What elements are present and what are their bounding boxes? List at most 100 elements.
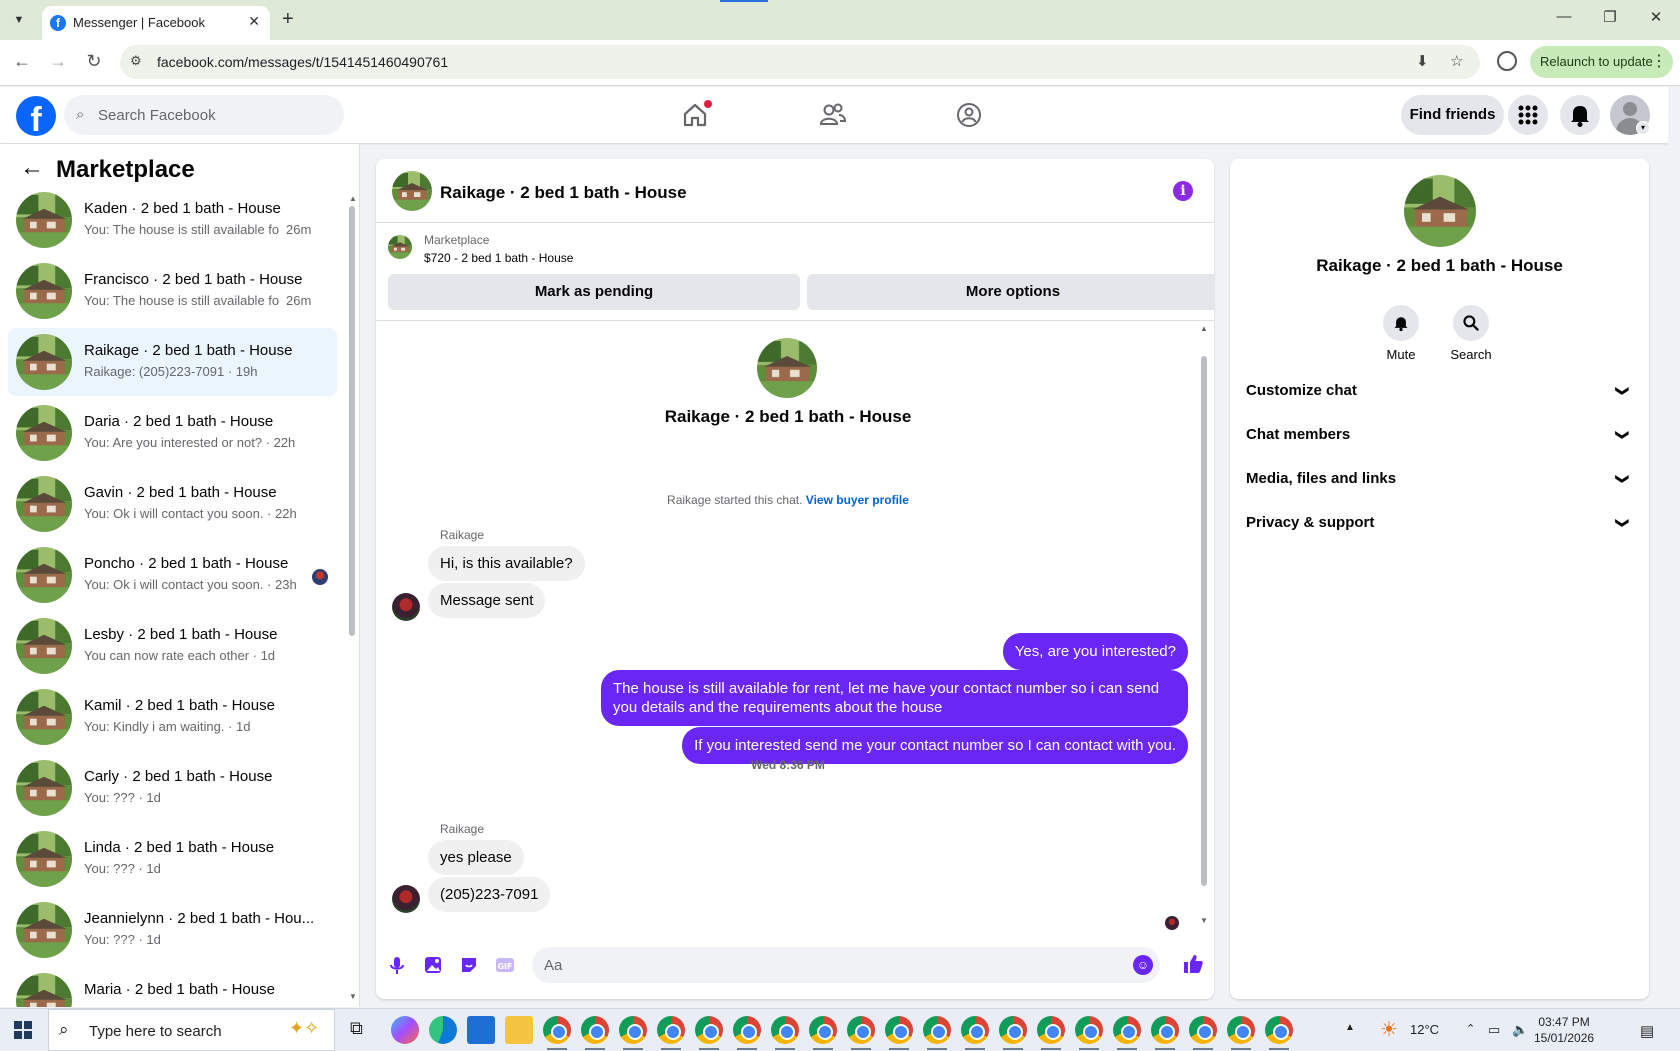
- windows-start-icon[interactable]: [14, 1021, 32, 1039]
- media-files-links-section[interactable]: Media, files and links ❯: [1246, 459, 1636, 499]
- file-explorer-icon[interactable]: [505, 1016, 533, 1044]
- notifications-icon[interactable]: ▤: [1640, 1022, 1654, 1040]
- conversation-row[interactable]: Carly · 2 bed 1 bath - House You: ??? · 1…: [8, 754, 337, 822]
- conversation-row[interactable]: Poncho · 2 bed 1 bath - House You: Ok i w…: [8, 541, 337, 609]
- page-scrollbar[interactable]: [1668, 87, 1680, 1007]
- sender-avatar[interactable]: [392, 885, 420, 913]
- chrome-window-icon[interactable]: [1075, 1016, 1103, 1044]
- chrome-window-icon[interactable]: [809, 1016, 837, 1044]
- conversation-row[interactable]: Kaden · 2 bed 1 bath - House You: The hou…: [8, 186, 337, 254]
- chat-listing-thumbnail[interactable]: [392, 171, 432, 211]
- reload-icon[interactable]: ↻: [81, 51, 107, 72]
- chat-members-section[interactable]: Chat members ❯: [1246, 415, 1636, 455]
- emoji-icon[interactable]: ☺: [1133, 955, 1153, 975]
- chrome-window-icon[interactable]: [733, 1016, 761, 1044]
- mark-as-pending-button[interactable]: Mark as pending: [388, 274, 800, 310]
- restore-icon[interactable]: ❐: [1587, 8, 1633, 26]
- browser-profile-icon[interactable]: [1497, 51, 1517, 71]
- search-in-chat-button[interactable]: Search: [1441, 305, 1501, 362]
- left-scrollbar[interactable]: [349, 206, 355, 636]
- gif-icon[interactable]: GIF: [494, 954, 516, 976]
- conversation-row[interactable]: Daria · 2 bed 1 bath - House You: Are you…: [8, 399, 337, 467]
- close-window-icon[interactable]: ✕: [1633, 8, 1679, 26]
- conversation-row[interactable]: Maria · 2 bed 1 bath - House: [8, 967, 337, 1007]
- chrome-window-icon[interactable]: [1151, 1016, 1179, 1044]
- minimize-icon[interactable]: —: [1541, 8, 1587, 25]
- sticker-icon[interactable]: [458, 954, 480, 976]
- tray-overflow-icon[interactable]: ▲: [1345, 1022, 1355, 1033]
- conversation-row[interactable]: Raikage · 2 bed 1 bath - House Raikage: (…: [8, 328, 337, 396]
- more-options-button[interactable]: More options: [807, 274, 1214, 310]
- facebook-logo-icon[interactable]: f: [16, 96, 56, 136]
- chrome-window-icon[interactable]: [619, 1016, 647, 1044]
- copilot-icon[interactable]: [391, 1016, 419, 1044]
- chrome-window-icon[interactable]: [543, 1016, 571, 1044]
- view-buyer-profile-link[interactable]: View buyer profile: [806, 493, 909, 507]
- taskbar-search[interactable]: ⌕ Type here to search ✦✧: [48, 1009, 335, 1051]
- site-info-icon[interactable]: ⚙: [130, 53, 142, 69]
- friends-icon[interactable]: [812, 95, 852, 135]
- chrome-window-icon[interactable]: [1265, 1016, 1293, 1044]
- chrome-window-icon[interactable]: [771, 1016, 799, 1044]
- address-bar[interactable]: ⚙ facebook.com/messages/t/15414514604907…: [120, 45, 1480, 79]
- bookmark-star-icon[interactable]: ☆: [1450, 52, 1463, 70]
- details-listing-thumbnail[interactable]: [1404, 175, 1476, 247]
- network-icon[interactable]: ▭: [1488, 1022, 1500, 1038]
- chrome-window-icon[interactable]: [1189, 1016, 1217, 1044]
- message-input[interactable]: [532, 947, 1160, 983]
- edge-icon[interactable]: [429, 1016, 457, 1044]
- back-arrow-icon[interactable]: ←: [20, 154, 44, 182]
- chrome-window-icon[interactable]: [657, 1016, 685, 1044]
- show-hidden-icons[interactable]: ⌃: [1466, 1022, 1475, 1035]
- browser-menu-icon[interactable]: ⋮: [1651, 46, 1667, 78]
- conversation-row[interactable]: Gavin · 2 bed 1 bath - House You: Ok i wi…: [8, 470, 337, 538]
- customize-chat-section[interactable]: Customize chat ❯: [1246, 371, 1636, 411]
- chrome-window-icon[interactable]: [999, 1016, 1027, 1044]
- chrome-window-icon[interactable]: [923, 1016, 951, 1044]
- facebook-search-input[interactable]: [98, 95, 338, 135]
- conversation-row[interactable]: Jeannielynn · 2 bed 1 bath - Hou... You: …: [8, 896, 337, 964]
- chrome-window-icon[interactable]: [695, 1016, 723, 1044]
- home-icon[interactable]: [675, 95, 715, 135]
- browser-tab[interactable]: f Messenger | Facebook ✕: [42, 6, 270, 40]
- chat-scrollbar[interactable]: [1201, 356, 1207, 886]
- menu-grid-icon[interactable]: [1508, 95, 1548, 135]
- chat-title[interactable]: Raikage · 2 bed 1 bath - House: [440, 183, 687, 203]
- install-app-icon[interactable]: ⬇: [1416, 52, 1429, 70]
- account-chevron-icon[interactable]: ▾: [1636, 121, 1650, 135]
- microphone-icon[interactable]: [386, 954, 408, 976]
- info-icon[interactable]: i: [1173, 181, 1193, 201]
- close-tab-icon[interactable]: ✕: [248, 13, 260, 30]
- weather-icon[interactable]: ☀: [1380, 1017, 1398, 1042]
- chrome-window-icon[interactable]: [847, 1016, 875, 1044]
- chrome-window-icon[interactable]: [581, 1016, 609, 1044]
- chat-scroll-down-icon[interactable]: ▼: [1200, 916, 1208, 925]
- back-icon[interactable]: ←: [9, 51, 35, 72]
- scroll-down-icon[interactable]: ▼: [349, 992, 357, 1001]
- chrome-window-icon[interactable]: [961, 1016, 989, 1044]
- scroll-up-icon[interactable]: ▲: [349, 194, 357, 203]
- photo-icon[interactable]: [422, 954, 444, 976]
- task-view-icon[interactable]: ⧉: [350, 1018, 363, 1039]
- chat-scroll-up-icon[interactable]: ▲: [1200, 324, 1208, 333]
- privacy-support-section[interactable]: Privacy & support ❯: [1246, 503, 1636, 543]
- volume-icon[interactable]: 🔈: [1512, 1022, 1528, 1038]
- chrome-window-icon[interactable]: [885, 1016, 913, 1044]
- chrome-window-icon[interactable]: [1227, 1016, 1255, 1044]
- tab-search-chevron-icon[interactable]: ▼: [6, 8, 32, 32]
- conversation-row[interactable]: Francisco · 2 bed 1 bath - House You: The…: [8, 257, 337, 325]
- sender-avatar[interactable]: [392, 593, 420, 621]
- taskbar-clock[interactable]: 03:47 PM 15/01/2026: [1534, 1014, 1594, 1046]
- forward-icon[interactable]: →: [45, 51, 71, 72]
- mute-button[interactable]: Mute: [1371, 305, 1431, 362]
- conversation-row[interactable]: Kamil · 2 bed 1 bath - House You: Kindly …: [8, 683, 337, 751]
- chrome-window-icon[interactable]: [1037, 1016, 1065, 1044]
- conversation-row[interactable]: Linda · 2 bed 1 bath - House You: ??? · 1…: [8, 825, 337, 893]
- groups-icon[interactable]: [949, 95, 989, 135]
- chrome-window-icon[interactable]: [1113, 1016, 1141, 1044]
- relaunch-button[interactable]: Relaunch to update ⋮: [1530, 46, 1673, 78]
- new-tab-icon[interactable]: +: [282, 8, 294, 31]
- conversation-row[interactable]: Lesby · 2 bed 1 bath - House You can now …: [8, 612, 337, 680]
- notifications-bell-icon[interactable]: [1560, 95, 1600, 135]
- thumbs-up-icon[interactable]: [1181, 952, 1205, 982]
